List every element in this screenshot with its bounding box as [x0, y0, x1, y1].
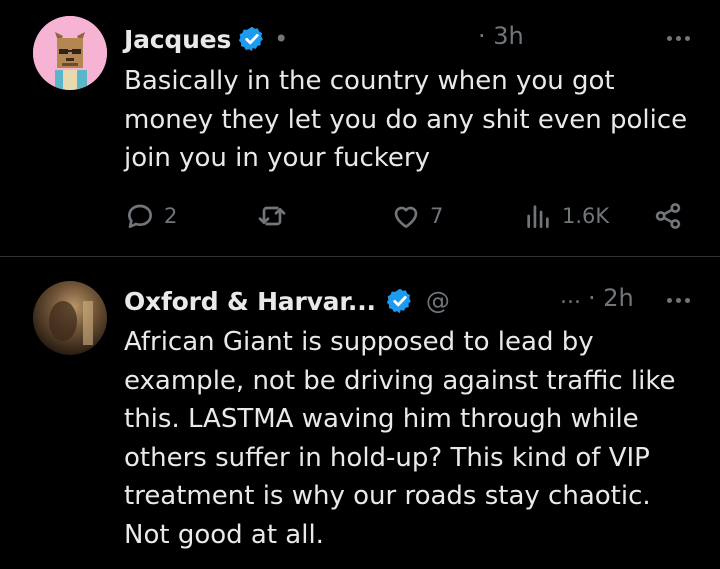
avatar-jacques[interactable]	[33, 16, 107, 90]
tweet-header: Jacques •	[124, 22, 288, 56]
more-icon[interactable]	[667, 298, 690, 303]
like-icon	[394, 206, 418, 228]
tweet-text: African Giant is supposed to lead by exa…	[124, 327, 676, 550]
author-handle-tail: ...	[560, 284, 581, 309]
share-button[interactable]	[652, 198, 684, 234]
tweet-text: Basically in the country when you got mo…	[124, 66, 688, 173]
repost-icon	[258, 206, 286, 226]
author-handle[interactable]: •	[274, 25, 288, 53]
views-icon	[527, 205, 549, 228]
reply-count: 2	[164, 204, 178, 228]
reply-button[interactable]: 2	[124, 198, 177, 234]
more-icon[interactable]	[667, 36, 690, 41]
tweet-2[interactable]: Oxford & Harvar... @ ... · 2h African Gi…	[0, 257, 720, 569]
cat-avatar-icon	[33, 16, 107, 90]
tweet-time[interactable]: · 2h	[588, 284, 634, 312]
author-name[interactable]: Oxford & Harvar...	[124, 287, 376, 316]
tweet-time[interactable]: · 3h	[478, 22, 524, 50]
author-handle[interactable]: @	[426, 287, 450, 315]
like-count: 7	[430, 204, 444, 228]
verified-badge-icon	[238, 26, 263, 52]
verified-badge-icon	[386, 288, 411, 314]
like-button[interactable]: 7	[390, 198, 443, 234]
views-button[interactable]: 1.6K	[522, 198, 609, 234]
author-name[interactable]: Jacques	[124, 25, 231, 54]
views-count: 1.6K	[562, 204, 610, 228]
tweet-1[interactable]: Jacques • · 3h Basically in the country …	[0, 0, 720, 256]
tweet-header: Oxford & Harvar... @	[124, 284, 450, 318]
share-icon	[655, 203, 681, 229]
reply-icon	[128, 204, 152, 228]
repost-button[interactable]	[256, 198, 296, 234]
photo-avatar-icon	[33, 281, 107, 355]
avatar-oxford-harvard[interactable]	[33, 281, 107, 355]
tweet-actions: 2 7 1.6K	[124, 198, 694, 234]
